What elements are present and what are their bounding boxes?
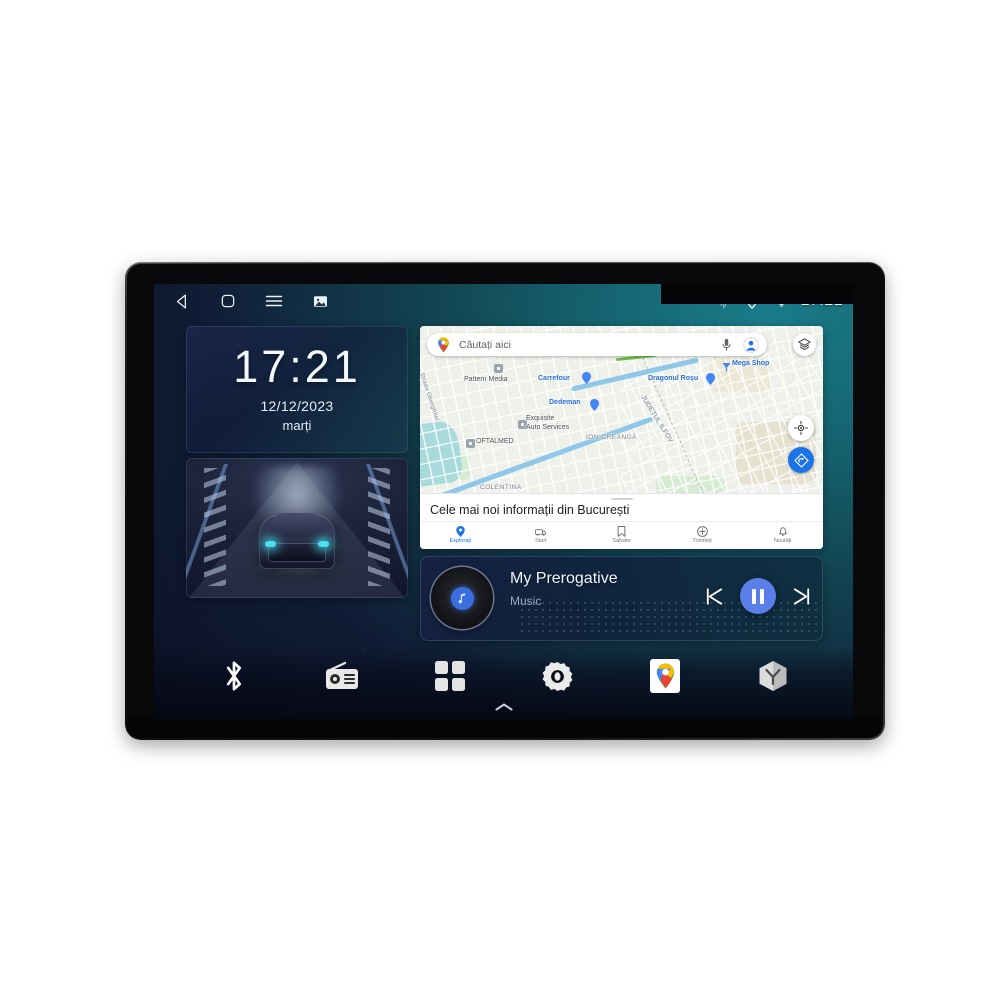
map-label-oftalmed: OFTALMED: [476, 438, 514, 445]
screen: 17:21 17:21 12/12/2023 marți: [154, 284, 853, 720]
map-tab-label: Start: [535, 537, 547, 544]
map-tab-bar: Explorați Start Salvate Trimiteți Noutăț…: [420, 521, 823, 548]
map-pin-square[interactable]: [466, 439, 475, 448]
map-label-auto-services: Auto Services: [526, 424, 570, 431]
menu-icon[interactable]: [264, 291, 284, 311]
map-tab-trimiteti[interactable]: Trimiteți: [662, 522, 743, 548]
map-label-exquisite: Exquisite: [526, 415, 555, 422]
map-label-ion-creanga: ION CREANGĂ: [586, 434, 638, 441]
map-tab-salvate[interactable]: Salvate: [581, 522, 662, 548]
map-label-dragonul-rosu: Dragonul Roșu: [648, 375, 699, 382]
clock-widget-date: 12/12/2023: [260, 398, 334, 414]
map-search-bar[interactable]: Căutați aici: [427, 333, 767, 356]
dock-item-apps[interactable]: [428, 654, 472, 698]
chevron-up-icon[interactable]: [495, 698, 513, 716]
dock-item-maps[interactable]: [643, 654, 687, 698]
map-pin-dragonul-rosu[interactable]: [706, 372, 715, 385]
rail-segments-right: [368, 468, 390, 586]
app-dock: [154, 646, 853, 720]
previous-track-button[interactable]: [703, 585, 726, 608]
car-roof: [269, 513, 325, 537]
head-unit-device: 17:21 17:21 12/12/2023 marți: [125, 262, 885, 740]
home-icon[interactable]: [218, 291, 238, 311]
rail-segments-left: [204, 468, 226, 586]
next-track-button[interactable]: [790, 585, 813, 608]
map-pin-dedeman[interactable]: [590, 398, 599, 411]
pause-bar-right: [760, 588, 764, 604]
clock-widget[interactable]: 17:21 12/12/2023 marți: [186, 326, 408, 453]
clock-widget-time: 17:21: [233, 341, 361, 392]
map-directions-button[interactable]: [788, 447, 814, 473]
map-tab-noutati[interactable]: Noutăți: [742, 522, 823, 548]
back-icon[interactable]: [172, 291, 192, 311]
dock-item-bluetooth[interactable]: [212, 654, 256, 698]
dock-item-settings[interactable]: [535, 654, 579, 698]
map-pin-square[interactable]: [494, 364, 503, 373]
mic-icon[interactable]: [718, 336, 735, 353]
google-maps-icon: [650, 659, 681, 693]
map-tab-explorati[interactable]: Explorați: [420, 522, 501, 548]
map-pin-carrefour[interactable]: [582, 371, 591, 384]
map-label-dedeman: Dedeman: [549, 399, 581, 406]
car-grill: [269, 544, 325, 561]
map-tab-label: Salvate: [612, 538, 631, 544]
dock-item-box[interactable]: [751, 654, 795, 698]
music-note-icon: [450, 586, 474, 610]
play-pause-button[interactable]: [740, 578, 776, 614]
map-pin-mega-shop[interactable]: [722, 359, 731, 371]
album-art[interactable]: [431, 567, 493, 629]
screen-notch: [661, 284, 853, 304]
headlight-right-icon: [318, 541, 329, 547]
map-search-input[interactable]: Căutați aici: [459, 339, 711, 351]
music-controls: [703, 578, 813, 614]
clock-widget-day: marți: [282, 418, 312, 433]
maps-widget[interactable]: Strada Gherghitei Pattern Media Carrefou…: [420, 326, 823, 549]
track-title: My Prerogative: [510, 570, 618, 587]
track-subtitle: Music: [510, 594, 542, 608]
music-player-widget[interactable]: My Prerogative Music: [420, 556, 823, 641]
map-label-pattern-media: Pattern Media: [464, 376, 508, 383]
map-label-carrefour: Carrefour: [538, 375, 570, 382]
map-sheet-title: Cele mai noi informații din București: [430, 503, 630, 517]
screenshot-icon[interactable]: [310, 291, 330, 311]
pause-bar-left: [752, 588, 756, 604]
map-bottom-sheet[interactable]: Cele mai noi informații din București Ex…: [420, 493, 823, 549]
map-tab-label: Noutăți: [773, 538, 792, 544]
map-tab-label: Trimiteți: [692, 538, 712, 544]
system-nav-buttons: [154, 291, 330, 311]
car-illustration: [260, 513, 334, 568]
map-my-location-button[interactable]: [788, 415, 814, 441]
map-tab-start[interactable]: Start: [501, 522, 582, 548]
map-label-mega-shop: Mega Shop: [732, 360, 770, 367]
map-tab-label: Explorați: [449, 538, 471, 544]
google-maps-pin-icon: [435, 336, 452, 353]
map-layers-button[interactable]: [793, 333, 816, 356]
headlight-left-icon: [265, 541, 276, 547]
car-widget[interactable]: [186, 458, 408, 598]
device-bezel: 17:21 17:21 12/12/2023 marți: [127, 264, 883, 738]
dock-item-radio[interactable]: [320, 654, 364, 698]
account-avatar-icon[interactable]: [742, 336, 759, 353]
map-label-colentina: COLENTINA: [480, 484, 522, 491]
